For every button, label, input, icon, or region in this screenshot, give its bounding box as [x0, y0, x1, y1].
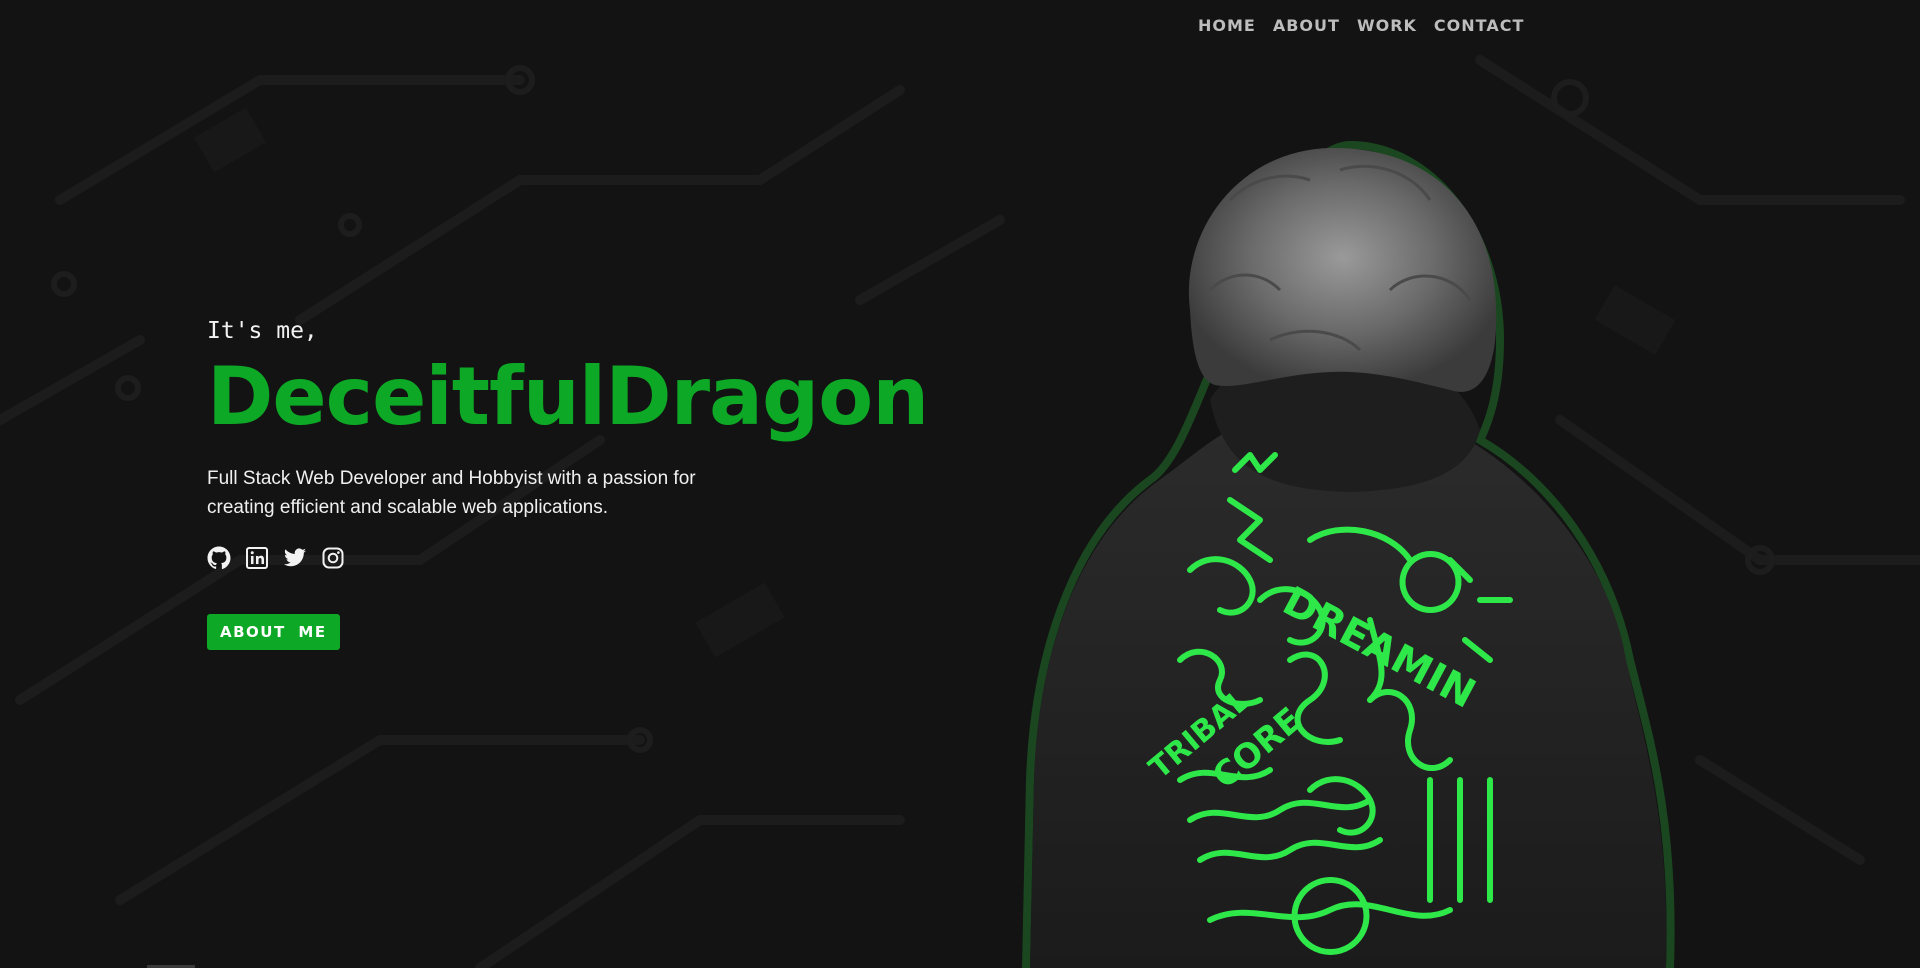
instagram-icon[interactable]: [321, 546, 345, 570]
github-icon[interactable]: [207, 546, 231, 570]
about-me-button[interactable]: ABOUT ME: [207, 614, 340, 650]
linkedin-icon[interactable]: [245, 546, 269, 570]
nav-contact[interactable]: CONTACT: [1434, 16, 1524, 35]
main-nav: HOME ABOUT WORK CONTACT: [1198, 16, 1524, 35]
nav-about[interactable]: ABOUT: [1273, 16, 1340, 35]
nav-home[interactable]: HOME: [1198, 16, 1256, 35]
hero-section: It's me, DeceitfulDragon Full Stack Web …: [207, 316, 967, 650]
page: HOME ABOUT WORK CONTACT It's me, Deceitf…: [0, 0, 1920, 968]
hero-greeting: It's me,: [207, 318, 318, 344]
twitter-icon[interactable]: [283, 546, 307, 570]
social-links: [207, 546, 967, 570]
nav-work[interactable]: WORK: [1357, 16, 1417, 35]
hero-tagline: Full Stack Web Developer and Hobbyist wi…: [207, 468, 696, 518]
hero-name: DeceitfulDragon: [207, 350, 929, 443]
portrait-image: DREAMIN TRIBAL CORE: [1021, 140, 1675, 968]
